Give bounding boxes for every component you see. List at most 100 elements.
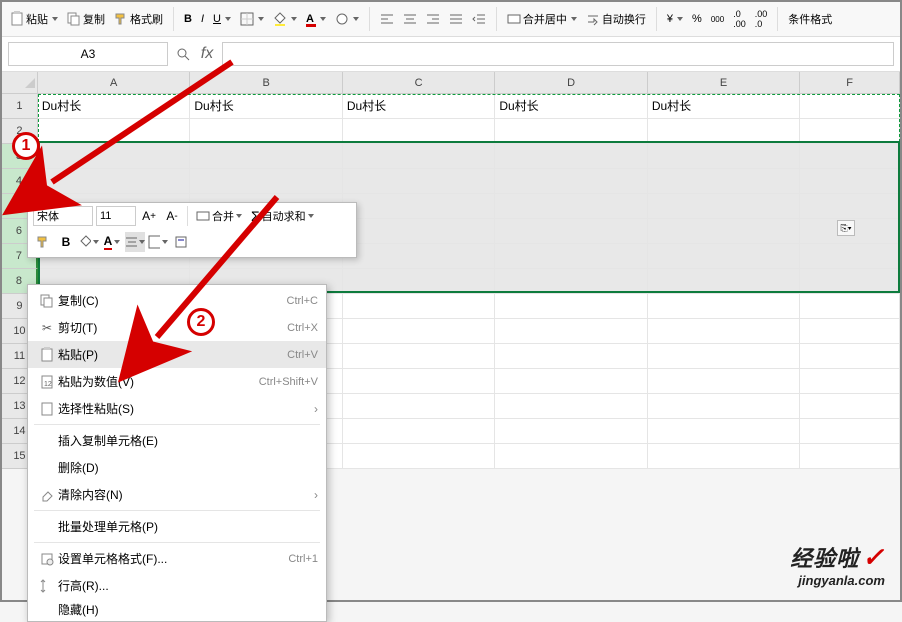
comma-button[interactable]: 000	[707, 13, 728, 26]
cell[interactable]	[343, 219, 495, 244]
fill-color-button[interactable]	[269, 10, 301, 28]
select-all-corner[interactable]	[2, 72, 38, 94]
ctx-copy[interactable]: 复制(C) Ctrl+C	[28, 287, 326, 314]
cell[interactable]	[343, 169, 495, 194]
copy-button[interactable]: 复制	[63, 9, 109, 29]
ctx-paste-special[interactable]: 选择性粘贴(S) ›	[28, 395, 326, 422]
cell[interactable]	[800, 369, 900, 394]
border-button[interactable]	[236, 10, 268, 28]
name-box[interactable]	[8, 42, 168, 66]
cell[interactable]	[495, 269, 647, 294]
paste-button[interactable]: 粘贴	[6, 9, 62, 29]
ctx-delete[interactable]: 删除(D)	[28, 454, 326, 481]
align-center-button[interactable]	[399, 10, 421, 28]
indent-decrease-button[interactable]	[468, 10, 490, 28]
ctx-clear[interactable]: 清除内容(N) ›	[28, 481, 326, 508]
col-header[interactable]: D	[495, 72, 647, 94]
mini-autosum-button[interactable]: Σ自动求和	[248, 206, 317, 226]
conditional-format-button[interactable]: 条件格式	[784, 9, 836, 29]
col-header[interactable]: E	[648, 72, 800, 94]
align-justify-button[interactable]	[445, 10, 467, 28]
cell[interactable]	[495, 219, 647, 244]
currency-button[interactable]: ¥	[663, 11, 687, 27]
font-color-button[interactable]: A	[302, 10, 330, 29]
cell[interactable]	[648, 394, 800, 419]
mini-merge-button[interactable]: 合并	[193, 206, 245, 226]
cell[interactable]	[800, 244, 900, 269]
formula-bar[interactable]	[222, 42, 894, 66]
ctx-paste-values[interactable]: 12 粘贴为数值(V) Ctrl+Shift+V	[28, 368, 326, 395]
ctx-cut[interactable]: ✂ 剪切(T) Ctrl+X	[28, 314, 326, 341]
cell[interactable]	[648, 144, 800, 169]
cell[interactable]	[495, 394, 647, 419]
cell[interactable]	[648, 119, 800, 144]
cell[interactable]: Du村长	[648, 94, 800, 119]
cell[interactable]	[495, 144, 647, 169]
font-color-icon[interactable]: A	[102, 232, 122, 252]
cell[interactable]	[190, 119, 342, 144]
format-painter-icon[interactable]	[33, 232, 53, 252]
cell[interactable]	[38, 144, 190, 169]
bold-icon[interactable]: B	[56, 232, 76, 252]
fill-color-icon[interactable]	[79, 232, 99, 252]
cell[interactable]	[648, 369, 800, 394]
cell[interactable]	[343, 244, 495, 269]
increase-font-icon[interactable]: A+	[139, 206, 159, 226]
row-header[interactable]: 1	[2, 94, 38, 119]
cell[interactable]: Du村长	[190, 94, 342, 119]
ctx-paste[interactable]: 粘贴(P) Ctrl+V	[28, 341, 326, 368]
cell[interactable]	[800, 344, 900, 369]
mini-font-name[interactable]	[33, 206, 93, 226]
cell[interactable]	[190, 169, 342, 194]
cell[interactable]	[495, 194, 647, 219]
cell[interactable]: Du村长	[38, 94, 190, 119]
col-header[interactable]: C	[343, 72, 495, 94]
cell[interactable]	[38, 169, 190, 194]
cell[interactable]	[800, 119, 900, 144]
increase-decimal-button[interactable]: .00.0	[751, 7, 772, 31]
cell[interactable]	[343, 369, 495, 394]
cell[interactable]	[648, 419, 800, 444]
format-painter-button[interactable]: 格式刷	[110, 9, 167, 29]
cell[interactable]	[648, 344, 800, 369]
cell[interactable]	[495, 119, 647, 144]
cell[interactable]	[343, 344, 495, 369]
cell[interactable]	[343, 394, 495, 419]
decrease-decimal-button[interactable]: .0.00	[729, 7, 750, 31]
cell[interactable]	[495, 244, 647, 269]
cell[interactable]	[800, 294, 900, 319]
highlight-button[interactable]	[331, 10, 363, 28]
ctx-hide[interactable]: 隐藏(H)	[28, 599, 326, 619]
cell[interactable]	[800, 144, 900, 169]
zoom-icon[interactable]	[174, 45, 192, 63]
cell[interactable]	[648, 269, 800, 294]
row-header[interactable]: 4	[2, 169, 38, 194]
cell[interactable]	[343, 419, 495, 444]
ctx-row-height[interactable]: 行高(R)...	[28, 572, 326, 599]
cell[interactable]	[343, 319, 495, 344]
ctx-batch[interactable]: 批量处理单元格(P)	[28, 513, 326, 540]
cell[interactable]	[495, 369, 647, 394]
cell[interactable]	[343, 294, 495, 319]
cell[interactable]	[495, 419, 647, 444]
cell[interactable]	[190, 144, 342, 169]
col-header[interactable]: A	[38, 72, 190, 94]
cell[interactable]: Du村长	[343, 94, 495, 119]
cell[interactable]	[800, 419, 900, 444]
cell[interactable]	[343, 119, 495, 144]
cell[interactable]	[648, 194, 800, 219]
cell[interactable]	[800, 94, 900, 119]
cell[interactable]	[495, 319, 647, 344]
bold-button[interactable]: B	[180, 11, 196, 27]
col-header[interactable]: B	[190, 72, 342, 94]
merge-center-button[interactable]: 合并居中	[503, 9, 581, 29]
cell[interactable]	[800, 194, 900, 219]
cell[interactable]	[495, 444, 647, 469]
italic-button[interactable]: I	[197, 11, 208, 27]
cell[interactable]	[495, 344, 647, 369]
cell[interactable]: Du村长	[495, 94, 647, 119]
cell[interactable]	[648, 169, 800, 194]
cell[interactable]	[648, 219, 800, 244]
underline-button[interactable]: U	[209, 11, 235, 27]
align-left-button[interactable]	[376, 10, 398, 28]
